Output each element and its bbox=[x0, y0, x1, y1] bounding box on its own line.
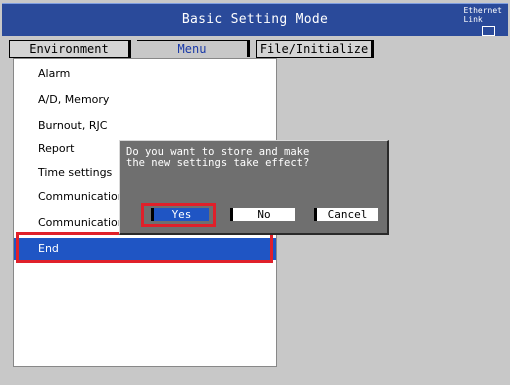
tab-file-initialize[interactable]: File/Initialize bbox=[256, 40, 374, 58]
ethernet-label: Ethernet bbox=[463, 6, 502, 15]
tab-environment[interactable]: Environment bbox=[9, 40, 131, 58]
screen: Basic Setting Mode Ethernet Link Environ… bbox=[0, 0, 510, 385]
dialog-message: Do you want to store and make the new se… bbox=[126, 146, 310, 169]
window-title: Basic Setting Mode bbox=[181, 12, 329, 27]
menu-item-end[interactable]: End bbox=[14, 238, 276, 260]
link-indicator-icon bbox=[482, 26, 495, 36]
menu-item-alarm[interactable]: Alarm bbox=[14, 63, 276, 85]
yes-button[interactable]: Yes bbox=[151, 208, 209, 221]
menu-item-burnout-rjc[interactable]: Burnout, RJC bbox=[14, 115, 276, 137]
ethernet-status: Ethernet Link bbox=[463, 6, 502, 24]
tab-menu[interactable]: Menu bbox=[137, 40, 250, 57]
cancel-button[interactable]: Cancel bbox=[314, 208, 378, 221]
menu-item-ad-memory[interactable]: A/D, Memory bbox=[14, 89, 276, 111]
title-bar: Basic Setting Mode Ethernet Link bbox=[2, 3, 508, 36]
no-button[interactable]: No bbox=[230, 208, 295, 221]
link-label: Link bbox=[463, 15, 483, 24]
confirm-dialog: Do you want to store and make the new se… bbox=[119, 140, 389, 235]
